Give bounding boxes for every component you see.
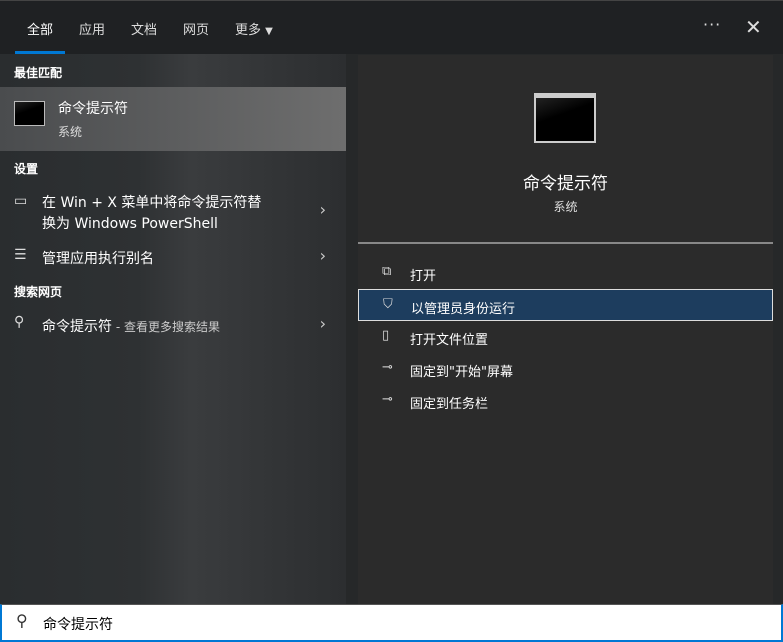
results-panel: 最佳匹配 命令提示符 系统 设置 ▭ 在 Win + X 菜单中将命令提示符替 … (0, 54, 346, 604)
command-prompt-icon (14, 101, 45, 126)
web-header: 搜索网页 (14, 283, 62, 300)
caret-down-icon: ▼ (265, 26, 273, 37)
filter-bar: 全部 应用 文档 网页 更多 ▼ ··· ✕ (0, 0, 783, 54)
search-input[interactable]: 命令提示符 (43, 614, 113, 634)
settings-item-winx[interactable]: ▭ 在 Win + X 菜单中将命令提示符替 换为 Windows PowerS… (0, 190, 346, 234)
pin-icon: ⊸ (382, 392, 393, 407)
detail-panel: 命令提示符 系统 ⧉ 打开 ⛉ 以管理员身份运行 ▯ 打开文件位置 ⊸ 固定到"开始"屏… (358, 55, 773, 604)
more-options-icon[interactable]: ··· (703, 15, 721, 34)
search-box[interactable]: ⚲ 命令提示符 (0, 604, 783, 642)
tab-more[interactable]: 更多 ▼ (235, 19, 273, 38)
best-match-subtitle: 系统 (58, 123, 82, 140)
pin-icon: ⊸ (382, 360, 393, 375)
web-search-text: 命令提示符 - 查看更多搜索结果 (42, 316, 220, 336)
settings-item-aliases[interactable]: ☰ 管理应用执行别名 › (0, 246, 346, 270)
best-match-item[interactable]: 命令提示符 系统 (0, 87, 346, 151)
close-icon[interactable]: ✕ (745, 15, 762, 39)
action-run-as-admin[interactable]: ⛉ 以管理员身份运行 (358, 289, 773, 321)
action-pin-to-taskbar[interactable]: ⊸ 固定到任务栏 (358, 385, 773, 417)
action-label: 打开文件位置 (410, 329, 488, 348)
best-match-title: 命令提示符 (58, 98, 128, 118)
command-prompt-large-icon (534, 93, 596, 143)
tab-apps[interactable]: 应用 (79, 19, 105, 38)
tab-all[interactable]: 全部 (27, 19, 53, 38)
settings-item-label: 管理应用执行别名 (42, 248, 154, 268)
settings-item-line1: 在 Win + X 菜单中将命令提示符替 (42, 192, 261, 212)
search-icon: ⚲ (16, 611, 28, 630)
web-search-item[interactable]: ⚲ 命令提示符 - 查看更多搜索结果 › (0, 314, 346, 338)
action-pin-to-start[interactable]: ⊸ 固定到"开始"屏幕 (358, 353, 773, 385)
action-open-file-location[interactable]: ▯ 打开文件位置 (358, 321, 773, 353)
chevron-right-icon: › (320, 200, 326, 219)
action-label: 固定到"开始"屏幕 (410, 361, 513, 380)
settings-header: 设置 (14, 160, 38, 177)
tab-more-label: 更多 (235, 23, 261, 38)
web-suffix: - 查看更多搜索结果 (112, 320, 220, 334)
search-icon: ⚲ (14, 314, 24, 330)
tab-web[interactable]: 网页 (183, 19, 209, 38)
action-label: 固定到任务栏 (410, 393, 488, 412)
settings-item-line2: 换为 Windows PowerShell (42, 213, 218, 233)
action-label: 以管理员身份运行 (411, 298, 515, 317)
action-label: 打开 (410, 265, 436, 284)
detail-subtitle: 系统 (358, 198, 773, 215)
web-query: 命令提示符 (42, 319, 112, 335)
tab-documents[interactable]: 文档 (131, 19, 157, 38)
shield-icon: ⛉ (383, 297, 393, 312)
monitor-icon: ▭ (14, 193, 27, 209)
divider (358, 242, 773, 244)
action-open[interactable]: ⧉ 打开 (358, 257, 773, 289)
chevron-right-icon: › (320, 314, 326, 333)
file-location-icon: ▯ (382, 328, 389, 343)
best-match-header: 最佳匹配 (14, 64, 62, 81)
open-icon: ⧉ (382, 264, 391, 279)
list-icon: ☰ (14, 247, 27, 263)
chevron-right-icon: › (320, 246, 326, 265)
detail-title: 命令提示符 (358, 169, 773, 194)
